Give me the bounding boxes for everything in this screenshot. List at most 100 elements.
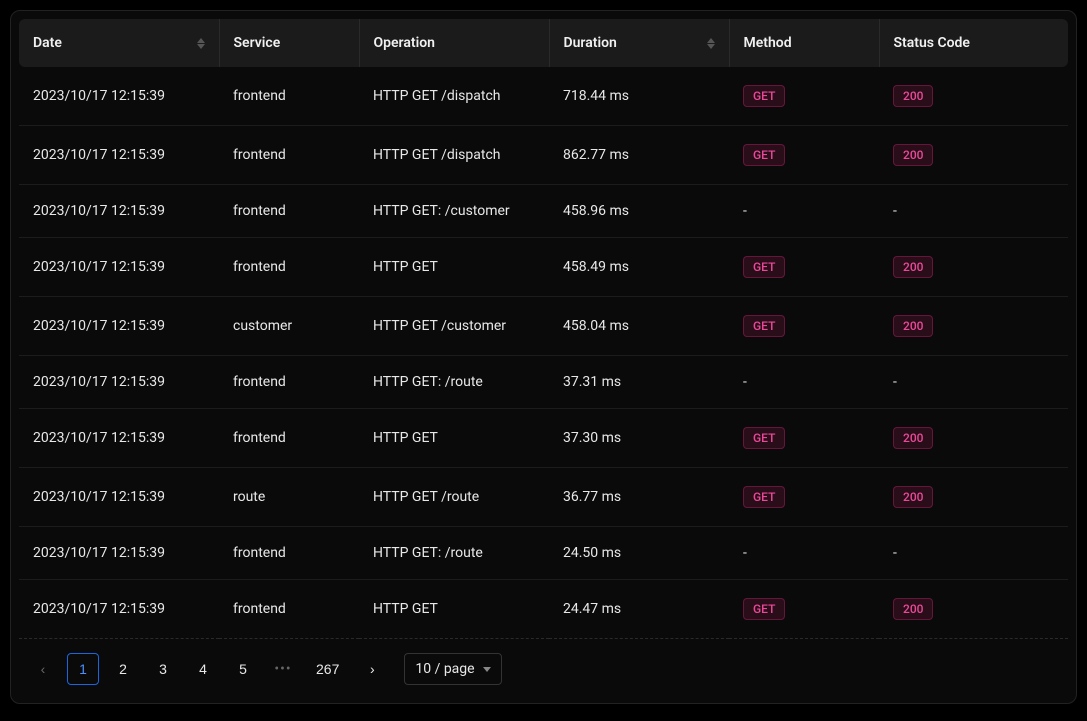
cell-duration: 458.96 ms <box>549 185 729 238</box>
cell-duration: 37.31 ms <box>549 356 729 409</box>
method-badge: GET <box>743 144 785 166</box>
dash-value: - <box>893 374 897 390</box>
table-row[interactable]: 2023/10/17 12:15:39frontendHTTP GET /dis… <box>19 126 1068 185</box>
table-row[interactable]: 2023/10/17 12:15:39frontendHTTP GET: /ro… <box>19 356 1068 409</box>
page-size-select[interactable]: 10 / page <box>404 653 501 685</box>
cell-method: GET <box>729 238 879 297</box>
chevron-right-icon: › <box>370 661 375 677</box>
cell-date: 2023/10/17 12:15:39 <box>19 126 219 185</box>
cell-operation: HTTP GET: /route <box>359 527 549 580</box>
method-badge: GET <box>743 85 785 107</box>
cell-service: frontend <box>219 580 359 639</box>
page-5-button[interactable]: 5 <box>227 653 259 685</box>
dash-value: - <box>743 374 747 390</box>
status-badge: 200 <box>893 144 933 166</box>
method-badge: GET <box>743 256 785 278</box>
table-row[interactable]: 2023/10/17 12:15:39routeHTTP GET /route3… <box>19 468 1068 527</box>
cell-status: 200 <box>879 126 1068 185</box>
page-ellipsis[interactable]: ••• <box>267 653 299 685</box>
cell-method: GET <box>729 297 879 356</box>
cell-operation: HTTP GET <box>359 409 549 468</box>
cell-status: 200 <box>879 67 1068 126</box>
page-2-button[interactable]: 2 <box>107 653 139 685</box>
column-label: Status Code <box>894 35 970 51</box>
cell-service: customer <box>219 297 359 356</box>
cell-operation: HTTP GET /dispatch <box>359 67 549 126</box>
cell-operation: HTTP GET <box>359 238 549 297</box>
cell-date: 2023/10/17 12:15:39 <box>19 468 219 527</box>
column-label: Operation <box>374 35 435 51</box>
method-badge: GET <box>743 315 785 337</box>
dash-value: - <box>743 203 747 219</box>
sort-icon[interactable] <box>707 38 715 49</box>
table-body: 2023/10/17 12:15:39frontendHTTP GET /dis… <box>19 67 1068 639</box>
table-row[interactable]: 2023/10/17 12:15:39frontendHTTP GET /dis… <box>19 67 1068 126</box>
cell-date: 2023/10/17 12:15:39 <box>19 580 219 639</box>
cell-date: 2023/10/17 12:15:39 <box>19 185 219 238</box>
cell-status: 200 <box>879 409 1068 468</box>
trace-table-panel: Date Service Operation Duration <box>10 10 1077 704</box>
table-row[interactable]: 2023/10/17 12:15:39frontendHTTP GET37.30… <box>19 409 1068 468</box>
page-last-button[interactable]: 267 <box>307 653 348 685</box>
cell-service: frontend <box>219 409 359 468</box>
trace-table: Date Service Operation Duration <box>19 19 1068 639</box>
table-row[interactable]: 2023/10/17 12:15:39frontendHTTP GET: /cu… <box>19 185 1068 238</box>
next-page-button[interactable]: › <box>356 653 388 685</box>
page-4-button[interactable]: 4 <box>187 653 219 685</box>
column-header-service[interactable]: Service <box>219 19 359 67</box>
column-label: Date <box>33 35 62 51</box>
column-header-duration[interactable]: Duration <box>549 19 729 67</box>
cell-method: GET <box>729 409 879 468</box>
cell-duration: 24.47 ms <box>549 580 729 639</box>
status-badge: 200 <box>893 256 933 278</box>
chevron-down-icon <box>483 667 491 672</box>
status-badge: 200 <box>893 486 933 508</box>
cell-service: frontend <box>219 126 359 185</box>
status-badge: 200 <box>893 315 933 337</box>
cell-date: 2023/10/17 12:15:39 <box>19 67 219 126</box>
cell-method: GET <box>729 126 879 185</box>
column-header-status[interactable]: Status Code <box>879 19 1068 67</box>
page-1-button[interactable]: 1 <box>67 653 99 685</box>
cell-method: GET <box>729 67 879 126</box>
page-size-label: 10 / page <box>415 661 474 677</box>
cell-operation: HTTP GET <box>359 580 549 639</box>
table-row[interactable]: 2023/10/17 12:15:39frontendHTTP GET: /ro… <box>19 527 1068 580</box>
cell-method: - <box>729 356 879 409</box>
cell-date: 2023/10/17 12:15:39 <box>19 297 219 356</box>
method-badge: GET <box>743 598 785 620</box>
column-header-operation[interactable]: Operation <box>359 19 549 67</box>
cell-method: - <box>729 527 879 580</box>
chevron-left-icon: ‹ <box>41 661 46 677</box>
cell-duration: 458.04 ms <box>549 297 729 356</box>
cell-service: frontend <box>219 67 359 126</box>
cell-method: - <box>729 185 879 238</box>
pagination: ‹ 1 2 3 4 5 ••• 267 › 10 / page <box>19 639 1068 689</box>
table-row[interactable]: 2023/10/17 12:15:39frontendHTTP GET24.47… <box>19 580 1068 639</box>
cell-service: frontend <box>219 185 359 238</box>
cell-service: frontend <box>219 238 359 297</box>
column-header-method[interactable]: Method <box>729 19 879 67</box>
cell-duration: 862.77 ms <box>549 126 729 185</box>
page-3-button[interactable]: 3 <box>147 653 179 685</box>
table-row[interactable]: 2023/10/17 12:15:39frontendHTTP GET458.4… <box>19 238 1068 297</box>
cell-operation: HTTP GET: /route <box>359 356 549 409</box>
cell-service: route <box>219 468 359 527</box>
cell-operation: HTTP GET /dispatch <box>359 126 549 185</box>
prev-page-button[interactable]: ‹ <box>27 653 59 685</box>
cell-operation: HTTP GET /route <box>359 468 549 527</box>
column-label: Duration <box>564 35 617 51</box>
cell-status: - <box>879 185 1068 238</box>
column-label: Service <box>234 35 281 51</box>
cell-status: - <box>879 527 1068 580</box>
status-badge: 200 <box>893 85 933 107</box>
sort-icon[interactable] <box>197 38 205 49</box>
column-header-date[interactable]: Date <box>19 19 219 67</box>
table-row[interactable]: 2023/10/17 12:15:39customerHTTP GET /cus… <box>19 297 1068 356</box>
cell-service: frontend <box>219 527 359 580</box>
dash-value: - <box>893 545 897 561</box>
dash-value: - <box>743 545 747 561</box>
cell-date: 2023/10/17 12:15:39 <box>19 409 219 468</box>
cell-status: 200 <box>879 468 1068 527</box>
method-badge: GET <box>743 486 785 508</box>
